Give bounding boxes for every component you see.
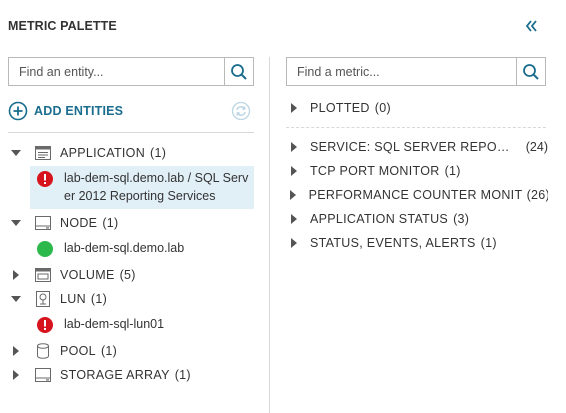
metric-group-label: APPLICATION STATUS [310, 212, 449, 226]
tree-group-label: LUN [60, 292, 86, 306]
entity-item-label: lab-dem-sql.demo.lab / SQL Serv er 2012 … [64, 169, 248, 205]
error-status-icon [37, 171, 53, 187]
caret-down-icon[interactable] [8, 289, 24, 309]
entity-search-input[interactable] [9, 58, 224, 85]
metric-group-status-events-alerts[interactable]: STATUS, EVENTS, ALERTS (1) [286, 233, 548, 253]
tree-group-label: NODE [60, 216, 98, 230]
metric-group-count: (24) [525, 140, 548, 154]
caret-right-icon[interactable] [286, 209, 302, 229]
search-icon [231, 63, 247, 80]
metric-group-application-status[interactable]: APPLICATION STATUS (3) [286, 209, 548, 229]
tree-group-count: (1) [90, 292, 108, 306]
tree-group-volume[interactable]: VOLUME (5) [8, 265, 254, 285]
pool-icon [34, 341, 52, 361]
metric-group-count: (0) [374, 101, 391, 115]
metric-group-count: (3) [453, 212, 470, 226]
caret-down-icon[interactable] [8, 213, 24, 233]
tree-group-count: (1) [102, 216, 119, 230]
page-title: METRIC PALETTE [8, 19, 117, 33]
tree-group-count: (1) [100, 344, 118, 358]
entity-search-box [8, 57, 254, 86]
tree-group-node[interactable]: NODE (1) [8, 213, 254, 233]
caret-down-icon[interactable] [8, 143, 24, 163]
entity-separator [8, 132, 254, 133]
panel-divider [269, 57, 270, 413]
add-entities-button[interactable]: ADD ENTITIES [8, 101, 123, 121]
tree-group-label: POOL [60, 344, 96, 358]
metric-group-count: (1) [444, 164, 461, 178]
entity-search-button[interactable] [224, 58, 253, 85]
tree-group-application[interactable]: APPLICATION (1) [8, 143, 254, 163]
plus-circle-icon [8, 101, 28, 121]
metric-group-sql-service[interactable]: SERVICE: SQL SERVER REPORTING... (24) [286, 137, 548, 157]
tree-group-count: (1) [150, 146, 167, 160]
refresh-icon [231, 101, 251, 121]
entity-item-label: lab-dem-sql-lun01 [64, 317, 165, 331]
entity-item-node-sql[interactable]: lab-dem-sql.demo.lab [30, 239, 184, 258]
metric-group-label: STATUS, EVENTS, ALERTS [310, 236, 476, 250]
metric-search-button[interactable] [516, 58, 545, 85]
tree-group-count: (5) [119, 268, 136, 282]
collapse-panel-button[interactable] [522, 17, 540, 35]
tree-group-count: (1) [174, 368, 191, 382]
tree-group-label: STORAGE ARRAY [60, 368, 170, 382]
metric-group-label: PERFORMANCE COUNTER MONITOR [308, 188, 522, 202]
metric-group-label: PLOTTED [310, 101, 370, 115]
storage-array-icon [34, 365, 52, 385]
entity-item-label-line2: er 2012 Reporting Services [64, 189, 216, 203]
search-icon [523, 63, 539, 80]
metric-separator [286, 127, 546, 128]
tree-group-lun[interactable]: LUN (1) [8, 289, 254, 309]
metric-group-label: SERVICE: SQL SERVER REPORTING... [310, 140, 510, 154]
tree-group-label: APPLICATION [60, 146, 146, 160]
node-icon [34, 213, 52, 233]
caret-right-icon[interactable] [286, 161, 302, 181]
caret-right-icon[interactable] [8, 365, 24, 385]
palette-header: METRIC PALETTE [0, 0, 566, 52]
caret-right-icon[interactable] [8, 341, 24, 361]
error-status-icon [37, 317, 53, 333]
refresh-button[interactable] [231, 101, 251, 121]
volume-icon [34, 265, 52, 285]
caret-right-icon[interactable] [286, 98, 302, 118]
metric-group-tcp-port-monitor[interactable]: TCP PORT MONITOR (1) [286, 161, 548, 181]
caret-right-icon[interactable] [286, 185, 301, 205]
metric-search-input[interactable] [287, 58, 516, 85]
caret-right-icon[interactable] [286, 233, 302, 253]
application-icon [34, 143, 52, 163]
lun-icon [34, 289, 52, 309]
entity-item-label-line1: lab-dem-sql.demo.lab / SQL Serv [64, 171, 249, 185]
tree-group-pool[interactable]: POOL (1) [8, 341, 254, 361]
entity-item-label: lab-dem-sql.demo.lab [64, 241, 185, 255]
add-entities-label: ADD ENTITIES [34, 104, 124, 118]
metric-group-plotted[interactable]: PLOTTED (0) [286, 98, 548, 118]
ok-status-icon [37, 241, 53, 257]
metric-group-count: (1) [480, 236, 497, 250]
caret-right-icon[interactable] [286, 137, 302, 157]
tree-group-label: VOLUME [60, 268, 115, 282]
metric-group-label: TCP PORT MONITOR [310, 164, 440, 178]
caret-right-icon[interactable] [8, 265, 24, 285]
tree-group-storage-array[interactable]: STORAGE ARRAY (1) [8, 365, 254, 385]
metric-group-count: (26) [526, 188, 548, 202]
metric-group-performance-counter-monitor[interactable]: PERFORMANCE COUNTER MONITOR (26) [286, 185, 548, 205]
double-chevron-left-icon [525, 20, 537, 32]
metric-search-box [286, 57, 546, 86]
entity-item-lun01[interactable]: lab-dem-sql-lun01 [30, 315, 164, 334]
entity-item-sql-reporting-services[interactable]: lab-dem-sql.demo.lab / SQL Serv er 2012 … [30, 169, 248, 205]
